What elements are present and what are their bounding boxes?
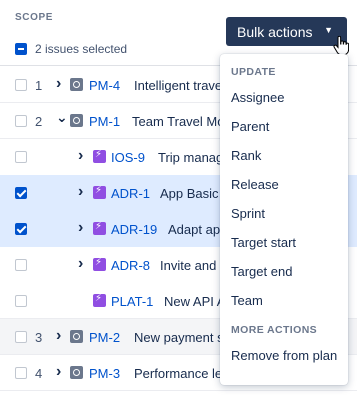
- selection-summary: 2 issues selected: [15, 42, 127, 56]
- menu-item-team[interactable]: Team: [220, 286, 348, 315]
- row-number: 4: [35, 365, 43, 381]
- chevron-right-icon[interactable]: ›: [78, 219, 83, 237]
- chevron-right-icon[interactable]: ›: [78, 183, 83, 201]
- issue-key-link[interactable]: ADR-19: [111, 222, 157, 237]
- issue-key-link[interactable]: ADR-8: [111, 258, 150, 273]
- story-lightning-icon: [93, 149, 106, 163]
- story-lightning-icon: [93, 257, 106, 271]
- scope-label: SCOPE: [15, 12, 54, 23]
- story-lightning-icon: [93, 293, 106, 307]
- selection-count-text: 2 issues selected: [35, 42, 128, 56]
- issue-title: Invite and: [160, 258, 217, 273]
- issue-title: New API A: [164, 294, 226, 309]
- menu-item-release[interactable]: Release: [220, 170, 348, 199]
- issue-title: Intelligent trave: [134, 78, 223, 93]
- menu-item-target-end[interactable]: Target end: [220, 257, 348, 286]
- row-checkbox[interactable]: [15, 115, 27, 127]
- row-checkbox[interactable]: [15, 367, 27, 379]
- bulk-actions-label: Bulk actions: [237, 23, 313, 40]
- issue-key-link[interactable]: PM-1: [89, 114, 120, 129]
- issue-key-link[interactable]: ADR-1: [111, 186, 150, 201]
- row-checkbox[interactable]: [15, 79, 27, 91]
- issue-title: App Basic: [160, 186, 219, 201]
- chevron-right-icon[interactable]: ›: [56, 75, 61, 93]
- chevron-right-icon[interactable]: ›: [78, 255, 83, 273]
- issue-title: Adapt ap: [168, 222, 221, 237]
- menu-item-assignee[interactable]: Assignee: [220, 83, 348, 112]
- row-checkbox[interactable]: [15, 295, 27, 307]
- issue-title: Performance le: [134, 366, 223, 381]
- menu-item-rank[interactable]: Rank: [220, 141, 348, 170]
- issue-key-link[interactable]: PM-3: [89, 366, 120, 381]
- issue-key-link[interactable]: PLAT-1: [111, 294, 153, 309]
- bulk-actions-menu: UPDATE Assignee Parent Rank Release Sprint Ta…: [220, 54, 348, 385]
- chevron-down-icon[interactable]: ⌄: [56, 109, 68, 126]
- chevron-right-icon[interactable]: ›: [56, 363, 61, 381]
- row-number: 1: [35, 77, 43, 93]
- row-checkbox[interactable]: [15, 331, 27, 343]
- bulk-actions-button[interactable]: Bulk actions ▼: [226, 17, 347, 46]
- chevron-right-icon[interactable]: ›: [78, 147, 83, 165]
- epic-icon: [70, 330, 83, 343]
- epic-icon: [70, 366, 83, 379]
- row-checkbox[interactable]: [15, 187, 27, 199]
- issue-title: New payment s: [134, 330, 224, 345]
- chevron-down-icon: ▼: [324, 25, 333, 35]
- issue-key-link[interactable]: PM-2: [89, 330, 120, 345]
- menu-item-remove-from-plan[interactable]: Remove from plan: [220, 341, 348, 370]
- hand-cursor-icon: [333, 36, 349, 56]
- row-checkbox[interactable]: [15, 223, 27, 235]
- menu-item-target-start[interactable]: Target start: [220, 228, 348, 257]
- row-checkbox[interactable]: [15, 151, 27, 163]
- row-number: 3: [35, 329, 43, 345]
- story-lightning-icon: [93, 221, 106, 235]
- epic-icon: [70, 114, 83, 127]
- menu-item-sprint[interactable]: Sprint: [220, 199, 348, 228]
- issue-title: Trip manag: [158, 150, 224, 165]
- issue-title: Team Travel Mo: [132, 114, 225, 129]
- row-checkbox[interactable]: [15, 259, 27, 271]
- menu-section-more-actions: MORE ACTIONS: [231, 324, 318, 336]
- issue-key-link[interactable]: PM-4: [89, 78, 120, 93]
- chevron-right-icon[interactable]: ›: [56, 327, 61, 345]
- select-all-checkbox[interactable]: [15, 43, 27, 55]
- row-divider: [0, 390, 357, 391]
- row-number: 2: [35, 113, 43, 129]
- menu-section-update: UPDATE: [231, 66, 276, 78]
- issue-key-link[interactable]: IOS-9: [111, 150, 145, 165]
- epic-icon: [70, 78, 83, 91]
- story-lightning-icon: [93, 185, 106, 199]
- menu-item-parent[interactable]: Parent: [220, 112, 348, 141]
